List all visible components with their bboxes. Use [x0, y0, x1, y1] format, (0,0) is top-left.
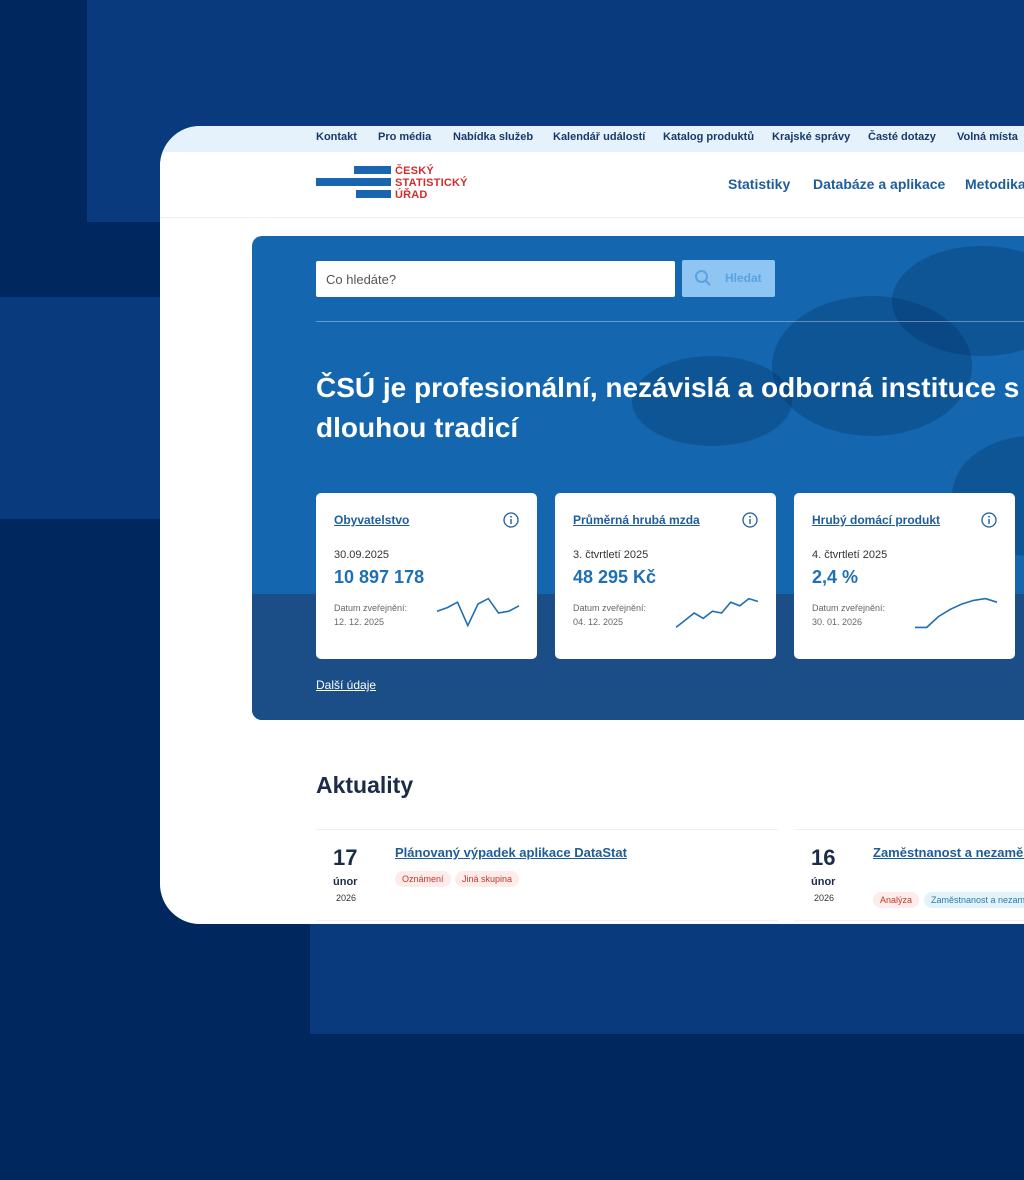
site-header: ČESKÝ STATISTICKÝ ÚŘAD Statistiky Databá… — [160, 152, 1024, 218]
stat-publication-label: Datum zveřejnění: — [812, 603, 886, 613]
news-heading: Aktuality — [316, 772, 414, 798]
stat-period: 30.09.2025 — [334, 549, 390, 561]
mainnav-databaze-a-aplikace[interactable]: Databáze a aplikace — [813, 176, 945, 192]
csu-logo[interactable]: ČESKÝ STATISTICKÝ ÚŘAD — [316, 164, 476, 206]
news-date-year: 2026 — [336, 893, 357, 903]
logo-line: ČESKÝ — [395, 165, 434, 177]
stat-card-obyvatelstvo: Obyvatelstvo 30.09.2025 10 897 178 Datum… — [316, 493, 537, 659]
stat-publication-date: 04. 12. 2025 — [573, 617, 624, 627]
hero-section: Hledat ČSÚ je profesionální, nezávislá a… — [252, 236, 1024, 720]
news-tag[interactable]: Zaměstnanost a nezaměstnanost — [924, 892, 1024, 908]
sparkline-chart — [675, 597, 759, 629]
logo-bar — [354, 166, 391, 174]
logo-line: STATISTICKÝ — [395, 177, 468, 189]
news-date-year: 2026 — [814, 893, 835, 903]
news-date-day: 17 — [333, 845, 358, 870]
stat-period: 4. čtvrtletí 2025 — [812, 549, 888, 561]
stat-publication-label: Datum zveřejnění: — [573, 603, 647, 613]
more-data-link[interactable]: Další údaje — [316, 678, 376, 692]
sparkline-line — [915, 597, 998, 629]
stat-period: 3. čtvrtletí 2025 — [573, 549, 649, 561]
stat-value: 48 295 Kč — [573, 567, 657, 587]
news-tag[interactable]: Oznámení — [395, 871, 451, 887]
topnav-kontakt[interactable]: Kontakt — [316, 131, 357, 143]
stat-value: 2,4 % — [812, 567, 859, 587]
news-tag[interactable]: Jiná skupina — [455, 871, 520, 887]
news-item: 17 únor 2026 Plánovaný výpadek aplikace … — [316, 829, 778, 921]
background-block — [0, 297, 160, 519]
stat-title-link[interactable]: Obyvatelstvo — [334, 513, 409, 527]
background-block — [310, 920, 1024, 1034]
topnav-caste-dotazy[interactable]: Časté dotazy — [868, 131, 936, 143]
topnav-pro-media[interactable]: Pro média — [378, 131, 431, 143]
news-tag[interactable]: Analýza — [873, 892, 920, 908]
stat-card-hruby-domaci-produkt: Hrubý domácí produkt 4. čtvrtletí 2025 2… — [794, 493, 1015, 659]
mainnav-metodika[interactable]: Metodika — [965, 176, 1024, 192]
website-frame: Kontakt Pro média Nabídka služeb Kalendá… — [160, 126, 1024, 924]
topnav-volna-mista[interactable]: Volná místa — [957, 131, 1018, 143]
stat-publication-date: 30. 01. 2026 — [812, 617, 863, 627]
info-icon[interactable] — [503, 512, 519, 528]
search-button[interactable]: Hledat — [682, 260, 775, 297]
news-date-day: 16 — [811, 845, 836, 870]
sparkline-line — [675, 597, 759, 629]
search-button-label: Hledat — [725, 271, 762, 285]
top-utility-bar: Kontakt Pro média Nabídka služeb Kalendá… — [160, 126, 1024, 152]
stat-card-prumerna-hruba-mzda: Průměrná hrubá mzda 3. čtvrtletí 2025 48… — [555, 493, 776, 659]
news-date-month: únor — [811, 876, 836, 888]
topnav-kalendar-udalosti[interactable]: Kalendář událostí — [553, 131, 645, 143]
mainnav-statistiky[interactable]: Statistiky — [728, 176, 790, 192]
stat-title-link[interactable]: Hrubý domácí produkt — [812, 513, 940, 527]
logo-bar — [316, 178, 391, 186]
logo-text: ČESKÝ STATISTICKÝ ÚŘAD — [395, 165, 468, 201]
stat-publication-date: 12. 12. 2025 — [334, 617, 385, 627]
logo-bar — [356, 190, 391, 198]
sparkline-chart — [915, 597, 998, 629]
hero-title: ČSÚ je profesionální, nezávislá a odborn… — [316, 372, 1020, 443]
stat-title-link[interactable]: Průměrná hrubá mzda — [573, 513, 700, 527]
news-date-month: únor — [333, 876, 358, 888]
search-input[interactable] — [316, 261, 675, 297]
topnav-nabidka-sluzeb[interactable]: Nabídka služeb — [453, 131, 533, 143]
sparkline-line — [436, 597, 520, 628]
topnav-krajske-spravy[interactable]: Krajské správy — [772, 131, 850, 143]
hero-divider — [316, 321, 1024, 322]
topnav-katalog-produktu[interactable]: Katalog produktů — [663, 131, 754, 143]
news-item: 16 únor 2026 Zaměstnanost a nezaměstnano… — [794, 829, 1024, 921]
info-icon[interactable] — [981, 512, 997, 528]
news-title-link[interactable]: Zaměstnanost a nezaměstnanost ve 4. čtvr… — [873, 843, 1024, 863]
news-title-link[interactable]: Plánovaný výpadek aplikace DataStat — [395, 843, 795, 863]
stat-value: 10 897 178 — [334, 567, 425, 587]
sparkline-chart — [436, 597, 520, 628]
search-icon — [695, 270, 711, 286]
info-icon[interactable] — [742, 512, 758, 528]
logo-line: ÚŘAD — [395, 189, 428, 201]
stat-publication-label: Datum zveřejnění: — [334, 603, 408, 613]
